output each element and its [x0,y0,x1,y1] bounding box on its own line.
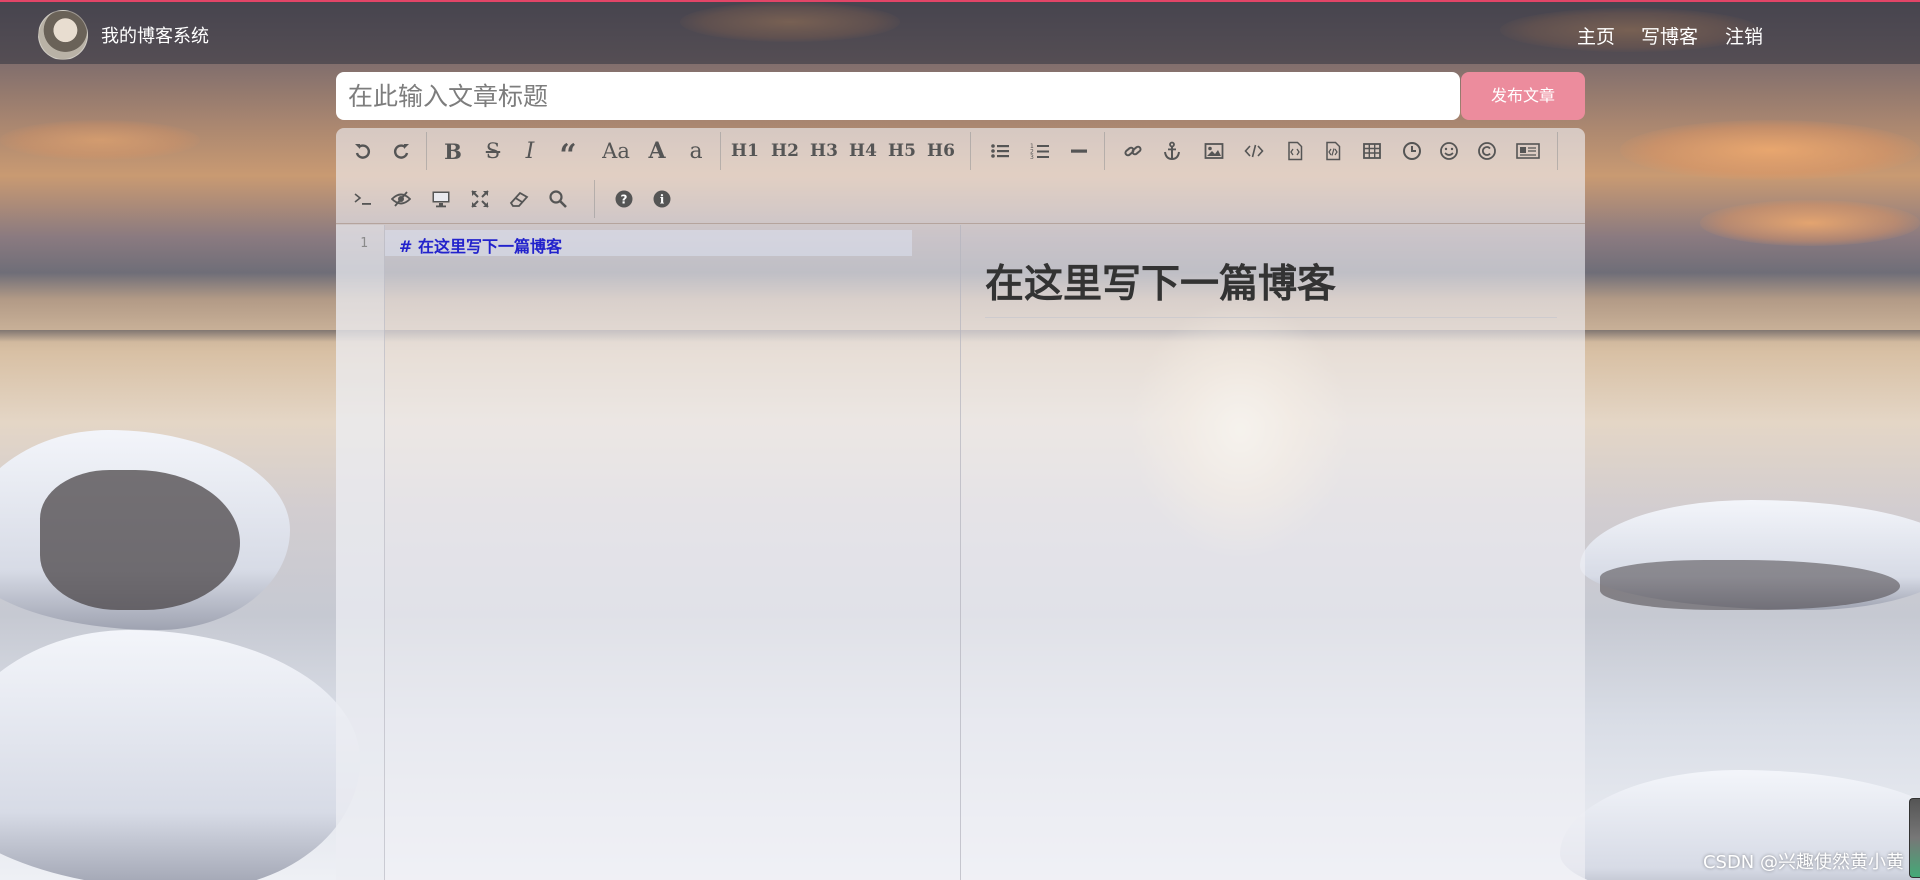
uppercase-first-icon[interactable]: Aa [596,136,636,166]
csdn-watermark: CSDN @兴趣使然黄小黄 [1702,852,1904,873]
code-icon[interactable] [1239,136,1269,166]
background-cloud [1700,200,1920,246]
toolbar-divider [970,132,971,170]
article-title-input[interactable] [336,72,1460,120]
svg-text:?: ? [621,193,628,207]
h5-button[interactable]: H5 [887,136,917,166]
help-icon[interactable]: ? [609,184,639,214]
lowercase-icon[interactable]: a [681,136,711,166]
background-cloud [0,120,200,160]
table-icon[interactable] [1357,136,1387,166]
anchor-icon[interactable] [1157,136,1187,166]
link-icon[interactable] [1118,136,1148,166]
h1-button[interactable]: H1 [730,136,760,166]
svg-text:3: 3 [1030,154,1034,161]
h6-button[interactable]: H6 [926,136,956,166]
side-widget[interactable] [1909,798,1920,878]
svg-text:i: i [660,193,665,207]
copyright-icon[interactable] [1472,136,1502,166]
image-icon[interactable] [1199,136,1229,166]
fullscreen-icon[interactable] [465,184,495,214]
h4-button[interactable]: H4 [848,136,878,166]
unordered-list-icon[interactable] [985,136,1015,166]
desktop-preview-icon[interactable] [426,184,456,214]
code-line[interactable]: # 在这里写下一篇博客 [399,233,562,257]
background-cloud [1620,120,1920,180]
markdown-preview-pane: 在这里写下一篇博客 [961,225,1585,880]
toolbar-divider [720,132,721,170]
bold-icon[interactable]: B [438,136,468,166]
background-ice-floe [0,630,360,880]
uppercase-icon[interactable]: A [642,136,672,166]
h3-button[interactable]: H3 [809,136,839,166]
preview-heading: 在这里写下一篇博客 [985,253,1557,318]
eraser-icon[interactable] [504,184,534,214]
nav-link-home[interactable]: 主页 [1577,22,1615,49]
background-rock [40,470,240,610]
redo-icon[interactable] [386,136,416,166]
publish-article-button[interactable]: 发布文章 [1461,72,1585,120]
terminal-icon[interactable] [348,184,378,214]
toolbar-divider [1104,132,1105,170]
hide-preview-icon[interactable] [386,184,416,214]
clock-icon[interactable] [1397,136,1427,166]
markdown-code-pane[interactable]: # 在这里写下一篇博客 [385,225,912,880]
nav-link-write-blog[interactable]: 写博客 [1641,22,1698,49]
background-rock [1600,560,1900,610]
line-number: 1 [360,236,368,251]
italic-icon[interactable]: I [515,136,545,166]
top-navbar: 我的博客系统 主页 写博客 注销 [0,0,1920,64]
toolbar-divider [594,180,595,218]
ordered-list-icon[interactable]: 123 [1025,136,1055,166]
avatar[interactable] [38,10,88,60]
h2-button[interactable]: H2 [770,136,800,166]
line-number-gutter [336,225,385,880]
code-block-icon[interactable] [1280,136,1310,166]
undo-icon[interactable] [348,136,378,166]
quote-icon[interactable]: “ [553,136,583,171]
html-entities-icon[interactable] [1511,136,1545,166]
strikethrough-icon[interactable]: S [478,136,508,166]
emoji-icon[interactable] [1434,136,1464,166]
search-icon[interactable] [543,184,573,214]
horizontal-rule-icon[interactable] [1064,136,1094,166]
site-brand: 我的博客系统 [101,26,209,47]
info-icon[interactable]: i [647,184,677,214]
code-file-icon[interactable] [1318,136,1348,166]
toolbar-divider [426,132,427,170]
markdown-editor: B S I “ Aa A a H1 H2 H3 H4 H5 H6 123 ? i… [336,128,1585,880]
editor-toolbar: B S I “ Aa A a H1 H2 H3 H4 H5 H6 123 ? i [336,128,1585,224]
toolbar-divider [1557,132,1558,170]
nav-link-logout[interactable]: 注销 [1725,22,1763,49]
